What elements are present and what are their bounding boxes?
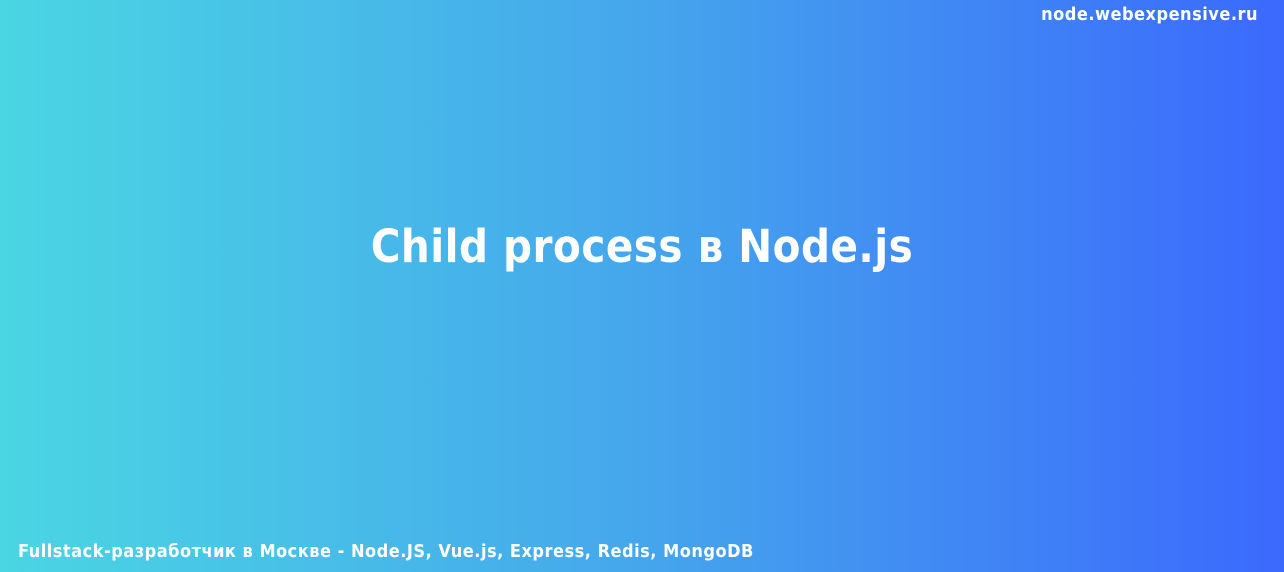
- site-url: node.webexpensive.ru: [1041, 4, 1258, 25]
- page-title: Child process в Node.js: [370, 220, 914, 273]
- footer-tagline: Fullstack-разработчик в Москве - Node.JS…: [18, 541, 754, 562]
